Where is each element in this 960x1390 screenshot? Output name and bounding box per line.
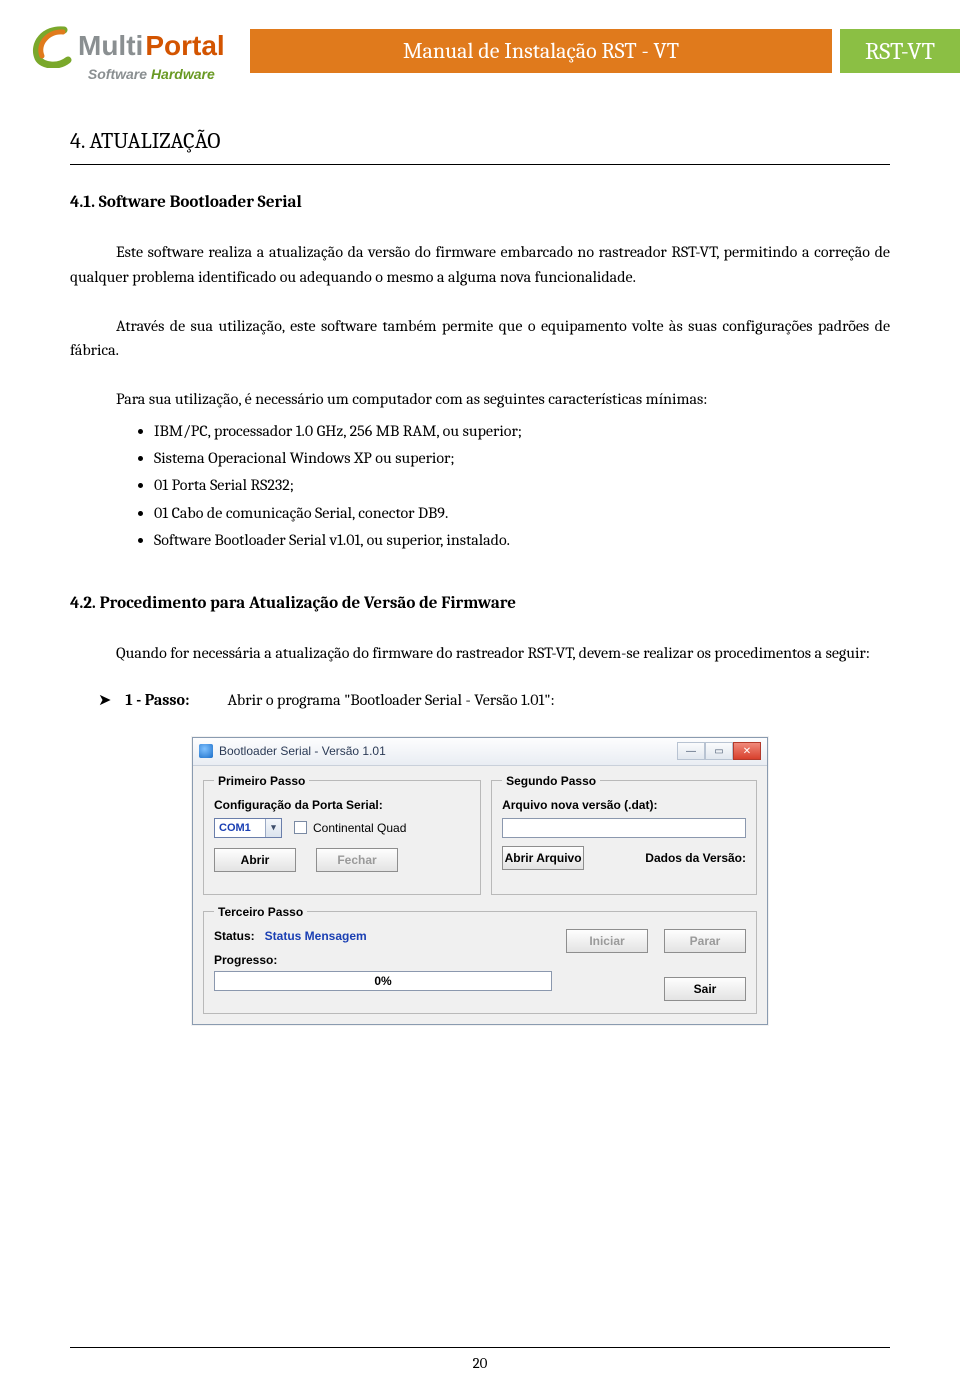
header-title: Manual de Instalação RST - VT [250,29,832,73]
paragraph-1: Este software realiza a atualização da v… [70,240,890,290]
sair-button[interactable]: Sair [664,977,746,1001]
file-path-input[interactable] [502,818,746,838]
group-legend: Segundo Passo [502,774,600,788]
group-legend: Primeiro Passo [214,774,309,788]
logo-text-main: MultiPortal [78,32,225,60]
fechar-button[interactable]: Fechar [316,848,398,872]
window-controls: — ▭ ✕ [677,742,761,760]
dialog-window: Bootloader Serial - Versão 1.01 — ▭ ✕ Pr… [192,737,768,1025]
close-button[interactable]: ✕ [733,742,761,760]
dialog-title: Bootloader Serial - Versão 1.01 [219,744,677,758]
status-value: Status Mensagem [265,929,367,943]
maximize-button[interactable]: ▭ [705,742,733,760]
chevron-right-icon: ➤ [98,690,111,709]
page-number: 20 [0,1354,960,1372]
file-label: Arquivo nova versão (.dat): [502,798,746,812]
continental-quad-checkbox[interactable]: Continental Quad [294,821,406,835]
subsection-4-2: 4.2. Procedimento para Atualização de Ve… [70,594,890,613]
list-item: 01 Cabo de comunicação Serial, conector … [154,500,890,527]
page-header: MultiPortal Software Hardware Manual de … [0,18,960,88]
dialog-body: Primeiro Passo Configuração da Porta Ser… [193,766,767,1024]
status-label: Status: [214,929,255,943]
minimize-button[interactable]: — [677,742,705,760]
page-content: 4. ATUALIZAÇÃO 4.1. Software Bootloader … [0,88,960,1025]
com-port-select[interactable]: COM1 ▾ [214,818,282,838]
group-primeiro-passo: Primeiro Passo Configuração da Porta Ser… [203,774,481,895]
list-item: Software Bootloader Serial v1.01, ou sup… [154,527,890,554]
dialog-titlebar: Bootloader Serial - Versão 1.01 — ▭ ✕ [193,738,767,766]
requirements-list: IBM/PC, processador 1.0 GHz, 256 MB RAM,… [154,418,890,554]
group-segundo-passo: Segundo Passo Arquivo nova versão (.dat)… [491,774,757,895]
page-footer: 20 [0,1347,960,1372]
step-description: Abrir o programa "Bootloader Serial - Ve… [227,691,554,709]
list-item: Sistema Operacional Windows XP ou superi… [154,445,890,472]
subsection-4-1: 4.1. Software Bootloader Serial [70,193,890,212]
header-badge: RST-VT [840,29,960,73]
app-icon [199,744,213,758]
group-terceiro-passo: Terceiro Passo Status: Status Mensagem P… [203,905,757,1014]
checkbox-icon [294,821,307,834]
abrir-arquivo-button[interactable]: Abrir Arquivo [502,846,584,870]
checkbox-label: Continental Quad [313,821,406,835]
step-1: ➤ 1 - Passo: Abrir o programa "Bootloade… [98,690,890,709]
serial-config-label: Configuração da Porta Serial: [214,798,470,812]
com-port-value: COM1 [219,822,251,834]
paragraph-2: Através de sua utilização, este software… [70,314,890,364]
chevron-down-icon: ▾ [265,819,281,837]
iniciar-button[interactable]: Iniciar [566,929,648,953]
logo: MultiPortal Software Hardware [30,24,225,82]
dialog-screenshot: Bootloader Serial - Versão 1.01 — ▭ ✕ Pr… [192,737,768,1025]
progress-label: Progresso: [214,953,552,967]
section-rule [70,164,890,165]
parar-button[interactable]: Parar [664,929,746,953]
progress-value: 0% [374,974,391,988]
swoosh-icon [30,24,74,68]
paragraph-4: Quando for necessária a atualização do f… [70,641,890,666]
group-legend: Terceiro Passo [214,905,307,919]
abrir-button[interactable]: Abrir [214,848,296,872]
step-label: 1 - Passo: [125,691,189,709]
paragraph-3: Para sua utilização, é necessário um com… [70,387,890,412]
logo-text-sub: Software Hardware [88,66,215,82]
progress-bar: 0% [214,971,552,991]
logo-area: MultiPortal Software Hardware [0,18,250,88]
footer-rule [70,1347,890,1348]
list-item: 01 Porta Serial RS232; [154,472,890,499]
section-heading: 4. ATUALIZAÇÃO [70,128,890,154]
dados-versao-label: Dados da Versão: [645,851,746,865]
list-item: IBM/PC, processador 1.0 GHz, 256 MB RAM,… [154,418,890,445]
